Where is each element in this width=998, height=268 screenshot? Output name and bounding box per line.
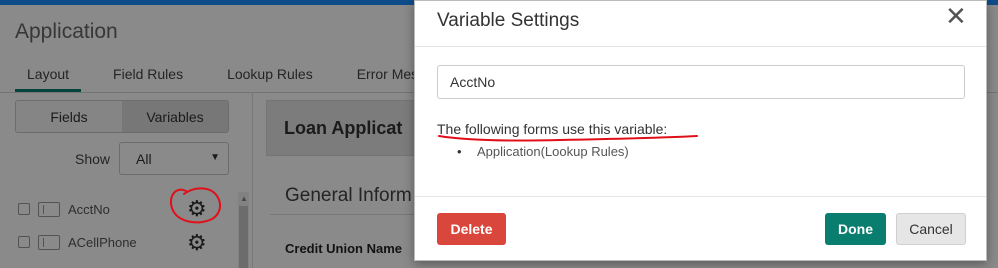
dialog-footer-divider [415, 196, 986, 197]
delete-button[interactable]: Delete [437, 213, 506, 245]
usage-heading: The following forms use this variable: [437, 121, 668, 137]
variable-name-input[interactable] [437, 65, 965, 99]
variable-settings-dialog: Variable Settings ✕ The following forms … [414, 0, 987, 261]
cancel-button[interactable]: Cancel [896, 213, 966, 245]
list-item: Application(Lookup Rules) [457, 144, 629, 159]
usage-list: Application(Lookup Rules) [457, 144, 629, 159]
dialog-header-divider [415, 46, 986, 47]
close-icon[interactable]: ✕ [945, 3, 967, 29]
dialog-title: Variable Settings [437, 10, 580, 31]
done-button[interactable]: Done [825, 213, 886, 245]
